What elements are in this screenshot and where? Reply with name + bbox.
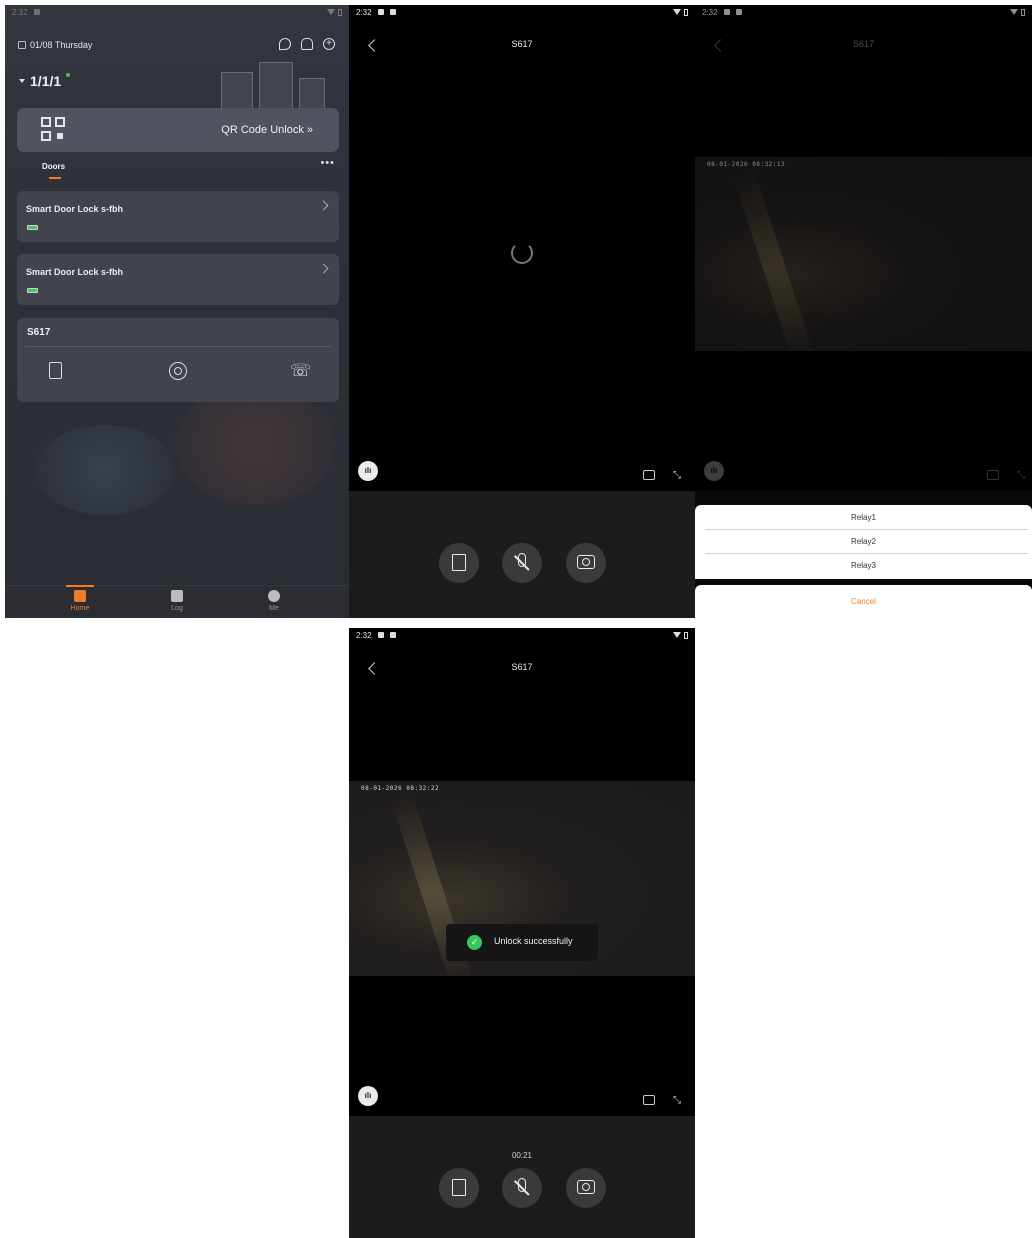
loading-spinner-icon bbox=[511, 242, 533, 264]
add-icon[interactable]: + bbox=[323, 38, 335, 50]
intercom-card: S617 ☏ bbox=[17, 318, 339, 402]
tab-active-indicator bbox=[49, 177, 61, 179]
status-bar: 2:32 bbox=[349, 628, 695, 642]
call-title: S617 bbox=[511, 39, 533, 49]
unlock-door-button[interactable] bbox=[439, 543, 479, 583]
keyboard-icon[interactable] bbox=[643, 1095, 655, 1105]
nav-home-label: Home bbox=[70, 605, 90, 612]
home-status-icon bbox=[377, 9, 384, 15]
chevron-right-icon bbox=[318, 200, 329, 211]
online-indicator bbox=[66, 73, 71, 77]
relay-option-2[interactable]: Relay2 bbox=[695, 530, 1032, 554]
site-name: 1/1/1 bbox=[30, 73, 62, 89]
intercom-name: S617 bbox=[27, 327, 51, 338]
notification-icon bbox=[389, 632, 396, 638]
background-glow bbox=[175, 385, 335, 505]
unlock-success-screen: 2:32 S617 08-01-2026 08:32:22 ✓ Unlock s… bbox=[349, 628, 695, 1238]
lock-name: Smart Door Lock s-fbh bbox=[26, 267, 124, 277]
nav-me[interactable]: Me bbox=[254, 590, 294, 612]
snapshot-button[interactable] bbox=[566, 1168, 606, 1208]
nav-active-indicator bbox=[66, 585, 94, 587]
chevron-right-icon bbox=[318, 263, 329, 274]
battery-level-icon bbox=[27, 225, 38, 230]
more-icon[interactable]: ••• bbox=[320, 157, 335, 169]
wifi-icon bbox=[327, 9, 335, 15]
snapshot-button[interactable] bbox=[566, 543, 606, 583]
relay-option-3[interactable]: Relay3 bbox=[695, 554, 1032, 578]
nav-home[interactable]: Home bbox=[60, 590, 100, 612]
check-icon: ✓ bbox=[467, 935, 482, 950]
call-duration: 00:21 bbox=[511, 1151, 533, 1160]
site-selector[interactable]: 1/1/1 bbox=[19, 73, 71, 89]
wifi-icon bbox=[673, 632, 681, 638]
lock-card[interactable]: Smart Door Lock s-fbh bbox=[17, 191, 339, 242]
building-illustration bbox=[221, 60, 339, 110]
camera-monitor-icon[interactable] bbox=[169, 362, 187, 380]
fullscreen-icon[interactable]: ⤡ bbox=[673, 470, 684, 481]
call-title: S617 bbox=[511, 662, 533, 672]
status-time: 2:32 bbox=[356, 630, 372, 640]
door-icon bbox=[452, 1179, 466, 1196]
qr-code-icon bbox=[41, 117, 67, 143]
call-controls bbox=[349, 491, 695, 618]
nav-log[interactable]: Log bbox=[157, 590, 197, 612]
relay-sheet: Relay1 Relay2 Relay3 bbox=[695, 505, 1032, 579]
voice-button[interactable]: ılı bbox=[358, 1086, 378, 1106]
fullscreen-icon[interactable]: ⤡ bbox=[673, 1095, 684, 1106]
nav-log-label: Log bbox=[171, 605, 183, 612]
call-loading-screen: 2:32 S617 ılı ⤡ bbox=[349, 5, 695, 618]
battery-icon bbox=[684, 8, 688, 16]
background-glow bbox=[35, 425, 175, 515]
status-bar: 2:32 bbox=[5, 5, 349, 19]
door-icon bbox=[452, 554, 466, 571]
call-controls: 00:21 bbox=[349, 1116, 695, 1238]
bell-icon[interactable] bbox=[301, 38, 313, 50]
unlock-toast: ✓ Unlock successfully bbox=[446, 924, 598, 961]
cancel-button[interactable]: Cancel bbox=[695, 585, 1032, 618]
phone-call-icon[interactable]: ☏ bbox=[290, 362, 311, 380]
log-icon bbox=[171, 590, 183, 602]
toast-message: Unlock successfully bbox=[494, 936, 573, 946]
relay-option-1[interactable]: Relay1 bbox=[695, 506, 1032, 530]
nav-me-label: Me bbox=[269, 605, 279, 612]
qr-unlock-label: QR Code Unlock » bbox=[221, 124, 313, 136]
date-text: 01/08 Thursday bbox=[30, 40, 93, 50]
camera-icon bbox=[577, 1180, 595, 1194]
home-status-icon bbox=[377, 632, 384, 638]
battery-icon bbox=[684, 631, 688, 639]
caret-down-icon bbox=[19, 79, 25, 83]
home-status-icon bbox=[33, 9, 40, 15]
bottom-navigation: Home Log Me bbox=[5, 585, 349, 618]
user-icon bbox=[268, 590, 280, 602]
mute-button[interactable] bbox=[502, 1168, 542, 1208]
lock-name: Smart Door Lock s-fbh bbox=[26, 204, 124, 214]
unlock-door-button[interactable] bbox=[439, 1168, 479, 1208]
tab-doors[interactable]: Doors bbox=[42, 162, 65, 171]
date-display: 01/08 Thursday bbox=[18, 40, 92, 50]
wifi-icon bbox=[673, 9, 681, 15]
voice-button[interactable]: ılı bbox=[358, 461, 378, 481]
camera-icon bbox=[577, 555, 595, 569]
door-open-icon[interactable] bbox=[49, 362, 62, 379]
battery-icon bbox=[338, 8, 342, 16]
battery-level-icon bbox=[27, 288, 38, 293]
home-screen: 2:32 01/08 Thursday + 1/1/1 QR Code Unlo… bbox=[5, 5, 349, 618]
calendar-icon bbox=[18, 41, 26, 49]
status-time: 2:32 bbox=[356, 7, 372, 17]
relay-select-screen: 2:32 S617 08-01-2026 08:32:13 ılı ⤡ Rela… bbox=[695, 5, 1032, 618]
keyboard-icon[interactable] bbox=[643, 470, 655, 480]
status-time: 2:32 bbox=[12, 7, 28, 17]
status-bar: 2:32 bbox=[349, 5, 695, 19]
home-icon bbox=[74, 590, 86, 602]
video-timestamp: 08-01-2026 08:32:22 bbox=[361, 785, 440, 792]
notification-icon bbox=[389, 9, 396, 15]
divider bbox=[25, 346, 331, 347]
lock-card[interactable]: Smart Door Lock s-fbh bbox=[17, 254, 339, 305]
top-actions: + bbox=[279, 38, 335, 50]
qr-code-unlock-button[interactable]: QR Code Unlock » bbox=[17, 108, 339, 152]
mute-button[interactable] bbox=[502, 543, 542, 583]
moon-icon[interactable] bbox=[279, 38, 291, 50]
